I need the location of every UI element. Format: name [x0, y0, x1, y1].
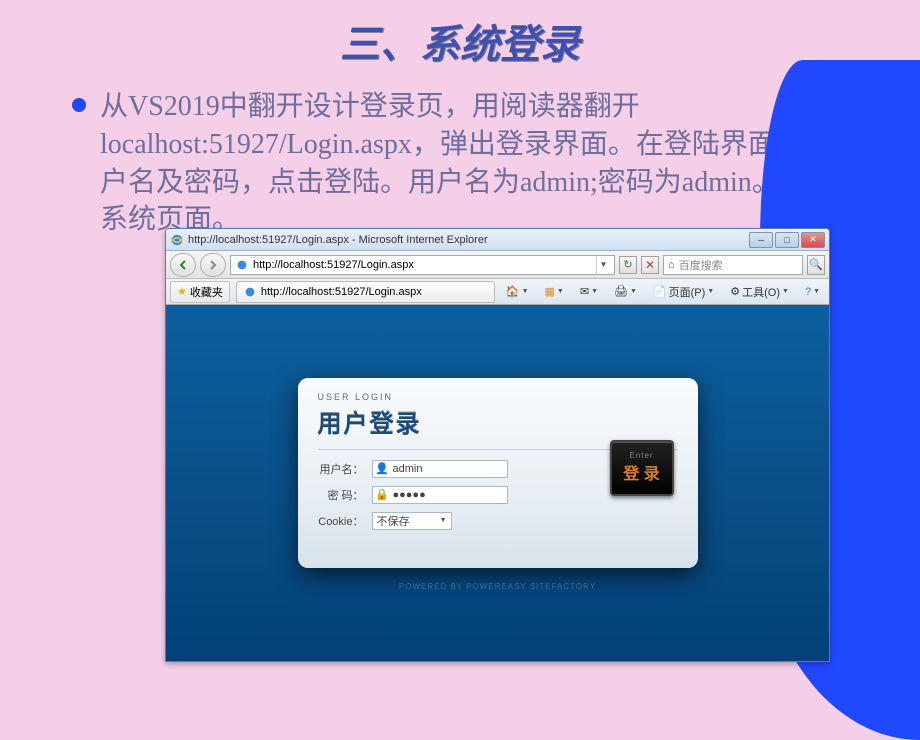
chevron-down-icon: ▼ — [440, 517, 447, 524]
page-icon — [235, 258, 249, 272]
login-subtitle: user Login — [318, 392, 678, 402]
favorites-button[interactable]: ★ 收藏夹 — [170, 281, 230, 303]
print-icon: 🖨 — [614, 285, 628, 298]
user-icon: 👤 — [376, 462, 389, 475]
password-value: ●●●●● — [393, 489, 426, 501]
mail-icon: ✉ — [580, 285, 589, 298]
browser-window: http://localhost:51927/Login.aspx - Micr… — [165, 228, 830, 662]
baidu-icon: ⌂ — [668, 259, 675, 271]
feed-icon: ▦ — [545, 285, 555, 298]
page-icon: 📄 — [653, 285, 667, 298]
forward-button[interactable] — [200, 253, 226, 277]
login-title: 用户登录 — [318, 404, 678, 439]
footer-text: POWERED BY POWEREASY SITEFACTORY — [399, 582, 596, 591]
cookie-label: Cookie： — [318, 513, 372, 529]
title-bar: http://localhost:51927/Login.aspx - Micr… — [166, 229, 829, 251]
search-box[interactable]: ⌂ 百度搜索 — [663, 255, 803, 275]
password-label: 密 码： — [318, 487, 372, 503]
username-label: 用户名： — [318, 461, 372, 477]
login-text: 登 录 — [623, 460, 659, 484]
bullet-text: 从VS2019中翻开设计登录页，用阅读器翻开localhost:51927/Lo… — [86, 88, 860, 239]
username-value: admin — [393, 463, 423, 475]
tab-title: http://localhost:51927/Login.aspx — [261, 286, 422, 298]
mail-button[interactable]: ✉▼ — [575, 282, 603, 301]
password-input[interactable]: 🔒 ●●●●● — [372, 486, 508, 504]
stop-button[interactable]: ✕ — [641, 256, 659, 274]
url-dropdown-icon[interactable]: ▼ — [596, 256, 610, 274]
page-menu[interactable]: 📄页面(P)▼ — [648, 281, 719, 303]
url-text: http://localhost:51927/Login.aspx — [253, 259, 592, 271]
slide-title: 三、系统登录 — [0, 0, 920, 70]
close-button[interactable]: ✕ — [801, 232, 825, 248]
star-icon: ★ — [177, 285, 187, 298]
search-placeholder: 百度搜索 — [679, 257, 723, 273]
favorites-label: 收藏夹 — [190, 284, 223, 300]
enter-text: Enter — [629, 451, 653, 460]
minimize-button[interactable]: ─ — [749, 232, 773, 248]
print-button[interactable]: 🖨▼ — [609, 282, 642, 301]
browser-tab[interactable]: http://localhost:51927/Login.aspx — [236, 281, 495, 303]
window-title: http://localhost:51927/Login.aspx - Micr… — [188, 234, 488, 246]
home-icon: 🏠 — [506, 285, 520, 298]
search-go-button[interactable]: 🔍 — [807, 255, 825, 275]
lock-icon: 🔒 — [376, 488, 389, 501]
login-button[interactable]: Enter 登 录 — [610, 440, 674, 496]
bullet-dot — [72, 98, 86, 112]
back-button[interactable] — [170, 253, 196, 277]
home-button[interactable]: 🏠▼ — [501, 282, 534, 301]
cookie-row: Cookie： 不保存 ▼ — [318, 512, 678, 530]
tools-menu[interactable]: ⚙工具(O)▼ — [725, 281, 794, 303]
maximize-button[interactable]: □ — [775, 232, 799, 248]
tab-bar: ★ 收藏夹 http://localhost:51927/Login.aspx … — [166, 279, 829, 305]
help-button[interactable]: ?▼ — [800, 283, 825, 301]
cookie-select[interactable]: 不保存 ▼ — [372, 512, 452, 530]
cookie-value: 不保存 — [377, 513, 410, 529]
address-bar[interactable]: http://localhost:51927/Login.aspx ▼ — [230, 255, 615, 275]
tab-icon — [243, 285, 257, 299]
page-content: user Login 用户登录 用户名： 👤 admin 密 码： 🔒 ●●●●… — [166, 305, 829, 662]
nav-bar: http://localhost:51927/Login.aspx ▼ ↻ ✕ … — [166, 251, 829, 279]
feed-button[interactable]: ▦▼ — [540, 282, 569, 301]
gear-icon: ⚙ — [730, 285, 740, 298]
login-panel: user Login 用户登录 用户名： 👤 admin 密 码： 🔒 ●●●●… — [298, 378, 698, 568]
refresh-button[interactable]: ↻ — [619, 256, 637, 274]
username-input[interactable]: 👤 admin — [372, 460, 508, 478]
ie-icon — [170, 233, 184, 247]
help-icon: ? — [805, 286, 811, 298]
